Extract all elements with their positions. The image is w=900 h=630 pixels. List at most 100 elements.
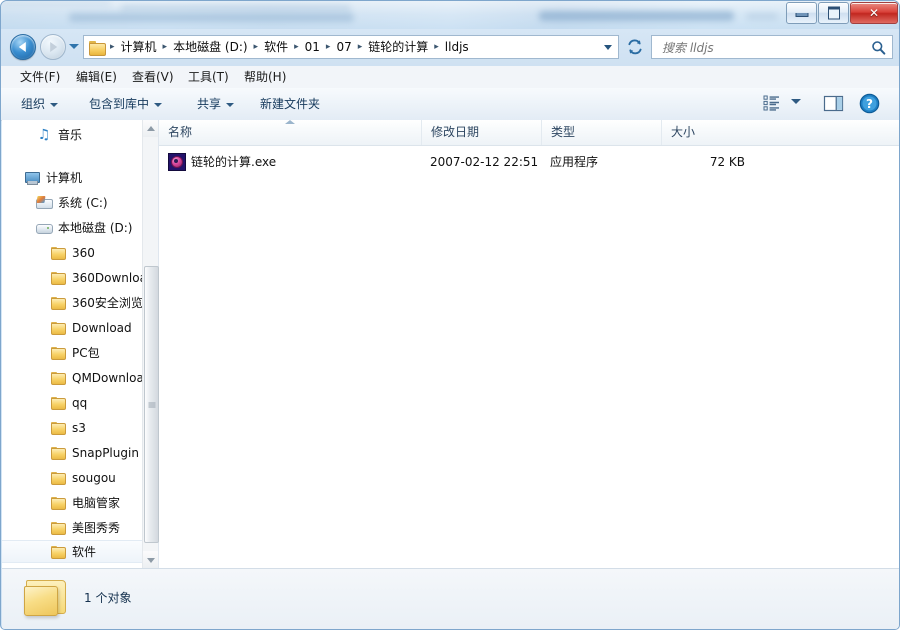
toolbar-button-label: 包含到库中 (89, 97, 150, 111)
breadcrumb-separator[interactable]: ▸ (160, 39, 171, 55)
tree-item-10[interactable]: QMDownload (2, 365, 151, 390)
folder-icon (50, 245, 66, 261)
preview-pane-icon (823, 95, 844, 112)
file-list-pane[interactable]: 名称 修改日期 类型 大小 链轮的计算.exe 2007-02-12 22:51 应用程序… (159, 120, 899, 568)
breadcrumb-separator[interactable]: ▸ (355, 39, 366, 55)
table-row[interactable]: 链轮的计算.exe 2007-02-12 22:51 应用程序 72 KB (159, 151, 899, 173)
grip-icon (148, 401, 155, 408)
minimize-button[interactable] (786, 2, 817, 24)
view-list-icon (763, 95, 779, 111)
scroll-down-button[interactable] (143, 551, 158, 568)
menu-item-3[interactable]: 工具(T) (183, 69, 234, 85)
view-options-button[interactable] (763, 94, 785, 115)
folder-icon (50, 320, 66, 336)
scrollbar-thumb[interactable] (144, 266, 159, 543)
chevron-down-icon[interactable] (604, 44, 612, 50)
tree-item-12[interactable]: s3 (2, 415, 86, 440)
preview-pane-button[interactable] (823, 94, 845, 116)
close-icon: ✕ (868, 6, 880, 20)
folder-large-icon (24, 578, 68, 616)
file-size-cell: 72 KB (709, 155, 745, 169)
breadcrumb-item-4[interactable]: 07 (333, 37, 354, 57)
tree-item-2[interactable]: 计算机 (2, 165, 82, 190)
menu-item-2[interactable]: 查看(V) (127, 69, 179, 85)
tree-item-14[interactable]: sougou (2, 465, 116, 490)
tree-item-11[interactable]: qq (2, 390, 87, 415)
toolbar-button-1[interactable]: 包含到库中 (89, 96, 163, 112)
tree-item-label: 360 (72, 245, 95, 260)
toolbar: 组织 包含到库中 共享 新建文件夹 ? (1, 88, 899, 121)
help-button[interactable]: ? (859, 93, 880, 117)
tree-item-3[interactable]: 系统 (C:) (2, 190, 108, 215)
breadcrumb-separator[interactable]: ▸ (323, 39, 334, 55)
breadcrumb-item-2[interactable]: 软件 (261, 37, 291, 57)
breadcrumb-item-0[interactable]: 计算机 (118, 37, 160, 57)
breadcrumb-item-3[interactable]: 01 (302, 37, 323, 57)
breadcrumb-separator[interactable]: ▸ (251, 39, 262, 55)
forward-button[interactable] (40, 34, 66, 60)
address-bar[interactable]: ▸ 计算机 ▸ 本地磁盘 (D:) ▸ 软件 ▸ 01 ▸ 07 ▸ 链轮的计算 ▸ lldjs (83, 35, 619, 59)
column-header-3[interactable]: 大小 (661, 120, 753, 145)
breadcrumb-separator[interactable]: ▸ (107, 39, 118, 55)
breadcrumb: ▸ 计算机 ▸ 本地磁盘 (D:) ▸ 软件 ▸ 01 ▸ 07 ▸ 链轮的计算 ▸ lldjs (107, 37, 472, 57)
tree-item-9[interactable]: PC包 (2, 340, 100, 365)
breadcrumb-item-1[interactable]: 本地磁盘 (D:) (170, 37, 250, 57)
close-button[interactable]: ✕ (850, 2, 898, 24)
arrow-up-icon (146, 125, 155, 131)
tree-item-label: s3 (72, 420, 86, 435)
tree-item-6[interactable]: 360Download (2, 265, 155, 290)
tree-item-4[interactable]: 本地磁盘 (D:) (2, 215, 132, 240)
folder-icon (50, 520, 66, 536)
tree-item-7[interactable]: 360安全浏览器 (2, 290, 155, 315)
back-button[interactable] (10, 34, 36, 60)
tree-item-13[interactable]: SnapPlugin (2, 440, 139, 465)
menu-item-1[interactable]: 编辑(E) (71, 69, 122, 85)
search-input[interactable] (660, 36, 862, 60)
tree-item-label: SnapPlugin (72, 445, 139, 460)
glass-blur-artifact (746, 13, 778, 20)
drive-icon (36, 220, 53, 236)
tree-item-label: 美图秀秀 (72, 520, 121, 535)
tree-item-5[interactable]: 360 (2, 240, 95, 265)
minimize-icon (795, 13, 808, 18)
folder-icon (50, 470, 66, 486)
scroll-up-button[interactable] (143, 120, 158, 137)
music-icon: ♫ (37, 126, 51, 143)
arrow-left-icon (18, 42, 26, 52)
column-header-2[interactable]: 类型 (541, 120, 661, 145)
tree-item-0[interactable]: ♫ 音乐 (2, 122, 82, 147)
navigation-pane-scrollbar[interactable] (142, 120, 159, 568)
toolbar-button-0[interactable]: 组织 (21, 96, 59, 112)
breadcrumb-item-5[interactable]: 链轮的计算 (365, 37, 431, 57)
file-type-cell: 应用程序 (550, 155, 599, 169)
maximize-button[interactable] (818, 2, 849, 24)
arrow-right-icon (50, 42, 58, 52)
menu-item-4[interactable]: 帮助(H) (239, 69, 291, 85)
refresh-button[interactable] (623, 35, 647, 59)
column-header-1[interactable]: 修改日期 (421, 120, 541, 145)
title-bar[interactable]: ✕ (1, 1, 899, 29)
tree-item-17[interactable]: 软件 (2, 540, 158, 563)
chevron-down-icon (154, 102, 163, 107)
menu-item-0[interactable]: 文件(F) (15, 69, 65, 85)
breadcrumb-separator[interactable]: ▸ (291, 39, 302, 55)
breadcrumb-separator[interactable]: ▸ (431, 39, 442, 55)
file-name-cell[interactable]: 链轮的计算.exe (168, 151, 276, 173)
recent-locations-dropdown[interactable] (69, 44, 79, 49)
folder-icon (50, 495, 66, 511)
system-drive-icon (36, 195, 53, 211)
breadcrumb-item-6[interactable]: lldjs (442, 37, 472, 57)
tree-item-15[interactable]: 电脑管家 (2, 490, 120, 515)
toolbar-button-2[interactable]: 共享 (197, 96, 235, 112)
svg-text:?: ? (866, 97, 873, 111)
tree-item-16[interactable]: 美图秀秀 (2, 515, 120, 540)
tree-item-8[interactable]: Download (2, 315, 132, 340)
search-box[interactable] (651, 35, 893, 60)
navigation-bar: ▸ 计算机 ▸ 本地磁盘 (D:) ▸ 软件 ▸ 01 ▸ 07 ▸ 链轮的计算 ▸ lldjs (1, 29, 899, 66)
file-date-cell: 2007-02-12 22:51 (430, 155, 539, 169)
explorer-window: ✕ ▸ 计算机 ▸ 本地磁盘 (D:) ▸ 软件 ▸ 01 ▸ 07 ▸ 链轮的计算 ▸ lldjs (0, 0, 900, 630)
status-item-count: 1 个对象 (84, 591, 132, 605)
view-options-caret[interactable] (791, 99, 801, 104)
toolbar-button-3[interactable]: 新建文件夹 (260, 96, 320, 112)
folder-icon (50, 395, 66, 411)
